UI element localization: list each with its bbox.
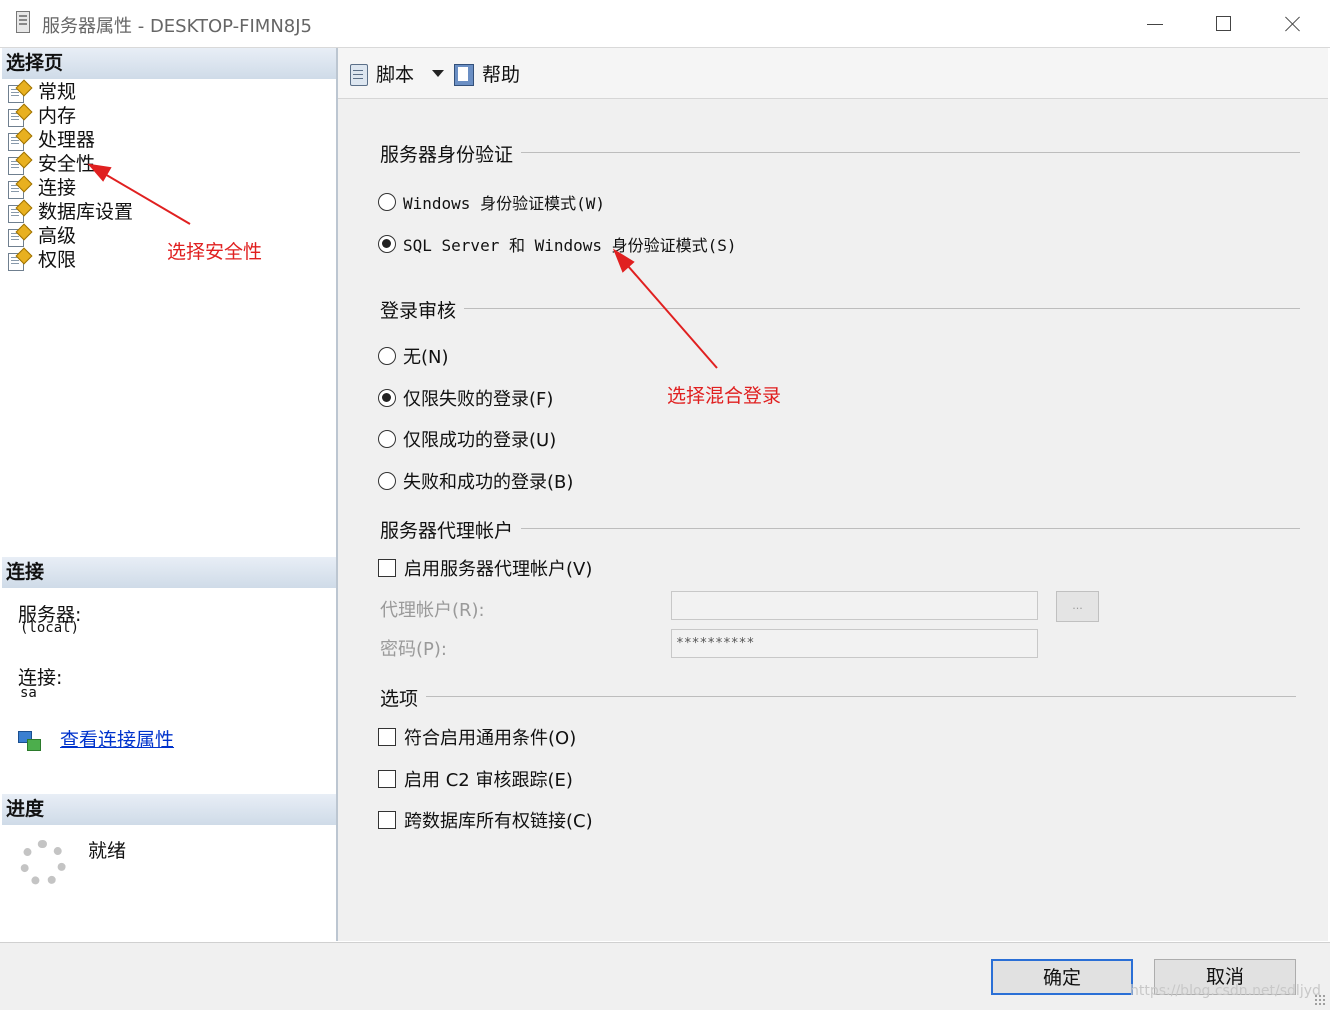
audit-none-option[interactable]: 无(N) (378, 343, 449, 369)
audit-failed-radio[interactable] (378, 389, 396, 407)
page-icon (8, 175, 33, 199)
page-icon (8, 223, 33, 247)
script-button[interactable]: 脚本 (348, 60, 445, 87)
nav-item-advanced[interactable]: 高级 (8, 223, 76, 248)
page-icon (8, 199, 33, 223)
script-icon (348, 62, 370, 86)
enable-proxy-checkbox[interactable] (378, 559, 396, 577)
audit-success-option[interactable]: 仅限成功的登录(U) (378, 426, 556, 452)
audit-success-radio[interactable] (378, 430, 396, 448)
group-divider (380, 308, 1300, 309)
right-pane: 脚本 帮助 服务器身份验证 Windows 身份验证模式(W) SQL Serv… (338, 48, 1328, 941)
cross-db-option[interactable]: 跨数据库所有权链接(C) (378, 807, 593, 833)
page-icon (8, 103, 33, 127)
help-icon (452, 62, 476, 86)
c2-audit-checkbox[interactable] (378, 770, 396, 788)
audit-group-title: 登录审核 (380, 296, 465, 323)
page-icon (8, 79, 33, 103)
window-title: 服务器属性 - DESKTOP-FIMN8J5 (42, 16, 312, 37)
cross-db-checkbox[interactable] (378, 811, 396, 829)
nav-item-general[interactable]: 常规 (8, 79, 76, 104)
server-value: (local) (20, 620, 80, 636)
progress-spinner-icon (20, 840, 66, 886)
connection-header: 连接 (2, 557, 336, 588)
proxy-account-label: 代理帐户(R): (380, 600, 485, 621)
connection-value: sa (20, 685, 37, 701)
common-criteria-checkbox[interactable] (378, 728, 396, 746)
select-page-header: 选择页 (2, 48, 336, 79)
annotation-select-security: 选择安全性 (167, 241, 263, 263)
toolbar: 脚本 帮助 (338, 48, 1328, 99)
nav-item-connections[interactable]: 连接 (8, 175, 76, 200)
page-icon (8, 151, 33, 175)
title-bar: 服务器属性 - DESKTOP-FIMN8J5 (0, 0, 1330, 48)
audit-both-radio[interactable] (378, 472, 396, 490)
annotation-select-mixed: 选择混合登录 (667, 385, 782, 407)
password-label: 密码(P): (380, 639, 447, 660)
resize-grip-icon[interactable] (1314, 994, 1326, 1006)
nav-item-processor[interactable]: 处理器 (8, 127, 95, 152)
close-button[interactable] (1278, 10, 1308, 38)
common-criteria-option[interactable]: 符合启用通用条件(O) (378, 724, 576, 750)
nav-item-security[interactable]: 安全性 (8, 151, 96, 176)
watermark: https://blog.csdn.net/sdljyd (1130, 983, 1321, 999)
audit-none-radio[interactable] (378, 347, 396, 365)
chevron-down-icon[interactable] (432, 70, 445, 77)
progress-header: 进度 (2, 794, 336, 825)
mixed-auth-option[interactable]: SQL Server 和 Windows 身份验证模式(S) (378, 232, 737, 256)
server-icon (16, 11, 30, 33)
nav-item-memory[interactable]: 内存 (8, 103, 76, 128)
audit-failed-option[interactable]: 仅限失败的登录(F) (378, 385, 553, 411)
proxy-account-input[interactable] (671, 591, 1038, 620)
ok-button[interactable]: 确定 (991, 959, 1133, 995)
bottom-bar: 确定 取消 https://blog.csdn.net/sdljyd (0, 942, 1330, 1010)
nav-item-database-settings[interactable]: 数据库设置 (8, 199, 133, 224)
connection-properties-icon (18, 729, 42, 751)
audit-both-option[interactable]: 失败和成功的登录(B) (378, 468, 573, 494)
options-group-title: 选项 (380, 684, 427, 711)
progress-status: 就绪 (88, 840, 127, 862)
view-connection-properties-link[interactable]: 查看连接属性 (60, 725, 174, 752)
maximize-button[interactable] (1208, 10, 1238, 38)
left-pane: 选择页 常规 内存 处理器 安全性 连接 数据库设置 高级 权限 连接 服务器:… (2, 48, 338, 941)
page-icon (8, 127, 33, 151)
browse-button[interactable]: ... (1056, 591, 1099, 622)
enable-proxy-option[interactable]: 启用服务器代理帐户(V) (378, 555, 592, 581)
mixed-auth-radio[interactable] (378, 235, 396, 253)
c2-audit-option[interactable]: 启用 C2 审核跟踪(E) (378, 766, 573, 792)
nav-item-permissions[interactable]: 权限 (8, 247, 76, 272)
proxy-group-title: 服务器代理帐户 (380, 516, 522, 543)
page-icon (8, 247, 33, 271)
group-divider (380, 696, 1296, 697)
auth-group-title: 服务器身份验证 (380, 140, 522, 167)
windows-auth-radio[interactable] (378, 193, 396, 211)
windows-auth-option[interactable]: Windows 身份验证模式(W) (378, 190, 605, 214)
minimize-button[interactable] (1140, 10, 1170, 38)
help-button[interactable]: 帮助 (452, 60, 520, 87)
password-input[interactable]: ********** (671, 629, 1038, 658)
